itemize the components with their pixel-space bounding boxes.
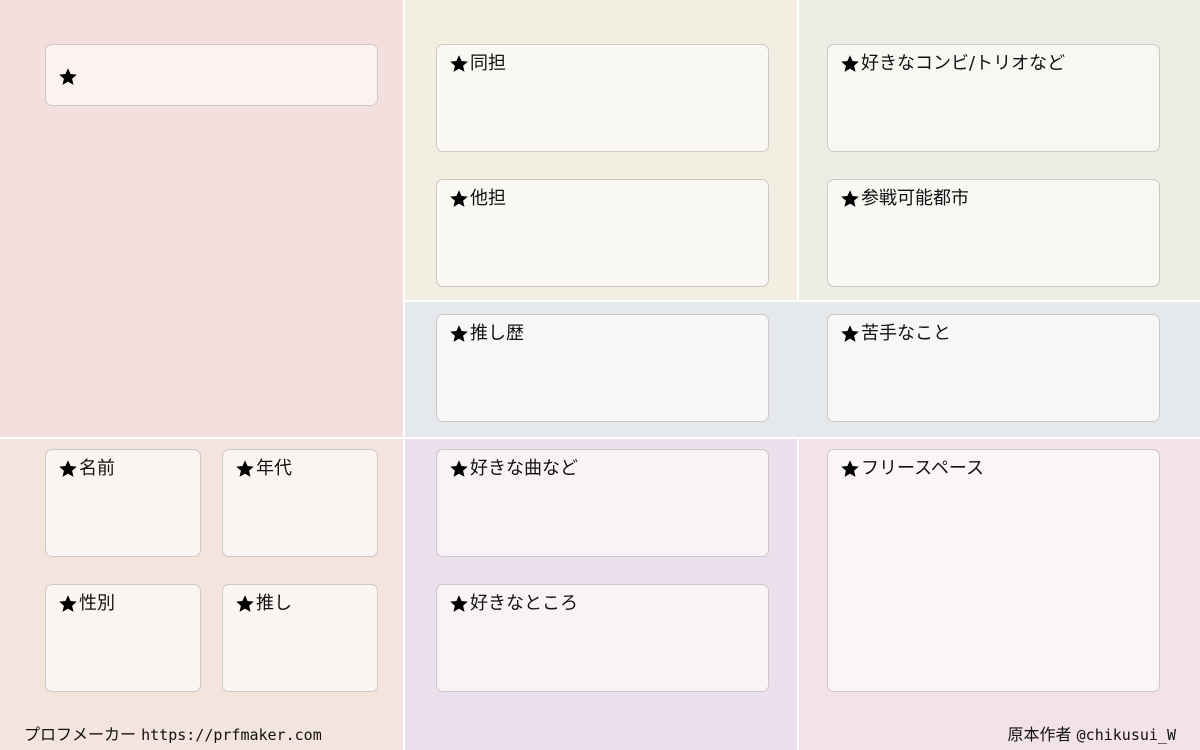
field-age[interactable]: 年代 xyxy=(222,449,378,557)
star-icon xyxy=(840,54,860,74)
field-name[interactable]: 名前 xyxy=(45,449,201,557)
field-label: 名前 xyxy=(79,458,115,479)
field-dislike[interactable]: 苦手なこと xyxy=(827,314,1160,422)
field-label: 好きなコンビ/トリオなど xyxy=(861,53,1066,74)
star-icon xyxy=(235,594,255,614)
star-icon xyxy=(449,459,469,479)
field-label: 苦手なこと xyxy=(861,323,951,344)
star-icon xyxy=(840,189,860,209)
field-combi[interactable]: 好きなコンビ/トリオなど xyxy=(827,44,1160,152)
star-icon xyxy=(58,67,78,87)
field-likes[interactable]: 好きなところ xyxy=(436,584,769,692)
field-label: 参戦可能都市 xyxy=(861,188,969,209)
field-label: 推し歴 xyxy=(470,323,524,344)
field-top-left[interactable] xyxy=(45,44,378,106)
footer-credit-maker: プロフメーカー https://prfmaker.com xyxy=(24,725,322,745)
star-icon xyxy=(449,324,469,344)
field-oshi[interactable]: 推し xyxy=(222,584,378,692)
star-icon xyxy=(235,459,255,479)
field-label: 同担 xyxy=(470,53,506,74)
field-label: フリースペース xyxy=(861,458,984,479)
star-icon xyxy=(449,54,469,74)
field-label: 好きな曲など xyxy=(470,458,578,479)
footer-credit-author: 原本作者 @chikusui_W xyxy=(1008,725,1176,745)
field-city[interactable]: 参戦可能都市 xyxy=(827,179,1160,287)
field-gender[interactable]: 性別 xyxy=(45,584,201,692)
maker-name: プロフメーカー xyxy=(24,725,137,744)
author-handle: @chikusui_W xyxy=(1076,726,1176,744)
field-song[interactable]: 好きな曲など xyxy=(436,449,769,557)
star-icon xyxy=(58,594,78,614)
field-tatan[interactable]: 他担 xyxy=(436,179,769,287)
field-label: 性別 xyxy=(79,593,115,614)
star-icon xyxy=(840,459,860,479)
field-label: 推し xyxy=(256,593,292,614)
field-label: 好きなところ xyxy=(470,593,578,614)
field-history[interactable]: 推し歴 xyxy=(436,314,769,422)
field-free-space[interactable]: フリースペース xyxy=(827,449,1160,692)
star-icon xyxy=(840,324,860,344)
field-label: 年代 xyxy=(256,458,292,479)
maker-url-link[interactable]: https://prfmaker.com xyxy=(141,726,322,744)
star-icon xyxy=(449,189,469,209)
star-icon xyxy=(58,459,78,479)
field-label: 他担 xyxy=(470,188,506,209)
star-icon xyxy=(449,594,469,614)
author-label: 原本作者 xyxy=(1007,725,1072,744)
field-doutan[interactable]: 同担 xyxy=(436,44,769,152)
